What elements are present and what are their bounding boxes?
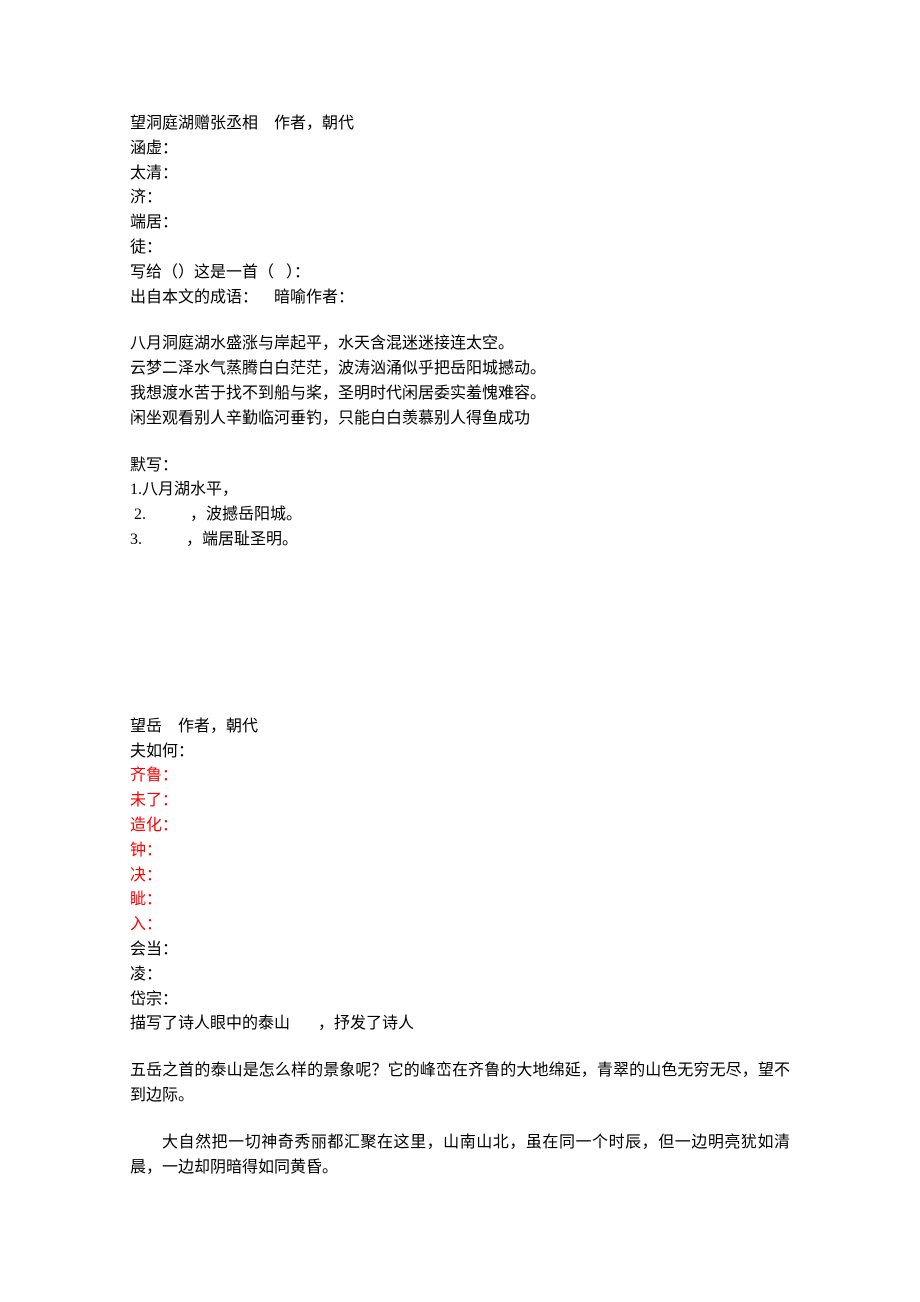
poem1-term: 太清： bbox=[130, 162, 790, 187]
moxie-item: 1.八月湖水平， bbox=[130, 478, 790, 503]
poem1-term: 济： bbox=[130, 186, 790, 211]
poem2-term-red: 入： bbox=[130, 913, 790, 938]
poem1-moxie-block: 默写： 1.八月湖水平， 2. ，波撼岳阳城。 3. ，端居耻圣明。 bbox=[130, 454, 790, 553]
poem2-term: 凌： bbox=[130, 963, 790, 988]
poem1-header-block: 望洞庭湖赠张丞相 作者，朝代 涵虚： 太清： 济： 端居： 徒： 写给（）这是一… bbox=[130, 112, 790, 310]
moxie-item: 3. ，端居耻圣明。 bbox=[130, 528, 790, 553]
poem2-term: 岱宗： bbox=[130, 988, 790, 1013]
poem2-term-red: 齐鲁： bbox=[130, 764, 790, 789]
section-gap bbox=[130, 575, 790, 715]
poem2-term: 夫如何： bbox=[130, 740, 790, 765]
poem1-translation-line: 八月洞庭湖水盛涨与岸起平，水天含混迷迷接连太空。 bbox=[130, 332, 790, 357]
poem1-term: 徒： bbox=[130, 236, 790, 261]
poem2-term-red: 造化： bbox=[130, 814, 790, 839]
poem1-translation-block: 八月洞庭湖水盛涨与岸起平，水天含混迷迷接连太空。 云梦二泽水气蒸腾白白茫茫，波涛… bbox=[130, 332, 790, 431]
poem1-translation-line: 闲坐观看别人辛勤临河垂钓，只能白白羡慕别人得鱼成功 bbox=[130, 407, 790, 432]
poem1-translation-line: 云梦二泽水气蒸腾白白茫茫，波涛汹涌似乎把岳阳城撼动。 bbox=[130, 357, 790, 382]
poem1-term: 涵虚： bbox=[130, 137, 790, 162]
poem1-translation-line: 我想渡水苦于找不到船与桨，圣明时代闲居委实羞愧难容。 bbox=[130, 382, 790, 407]
document-page: 望洞庭湖赠张丞相 作者，朝代 涵虚： 太清： 济： 端居： 徒： 写给（）这是一… bbox=[0, 0, 920, 1302]
poem2-header-block: 望岳 作者，朝代 夫如何： 齐鲁： 未了： 造化： 钟： 决： 眦： 入： 会当… bbox=[130, 715, 790, 1037]
moxie-label: 默写： bbox=[130, 454, 790, 479]
poem1-term: 端居： bbox=[130, 211, 790, 236]
poem1-question: 出自本文的成语： 暗喻作者： bbox=[130, 286, 790, 311]
poem2-term-red: 决： bbox=[130, 864, 790, 889]
poem1-question: 写给（）这是一首（ ）： bbox=[130, 261, 790, 286]
moxie-item: 2. ，波撼岳阳城。 bbox=[130, 503, 790, 528]
poem2-title: 望岳 作者，朝代 bbox=[130, 715, 790, 740]
poem2-term-red: 未了： bbox=[130, 789, 790, 814]
poem2-term: 会当： bbox=[130, 938, 790, 963]
poem2-translation-para1: 五岳之首的泰山是怎么样的景象呢？它的峰峦在齐鲁的大地绵延，青翠的山色无穷无尽，望… bbox=[130, 1059, 790, 1109]
poem2-term-red: 钟： bbox=[130, 839, 790, 864]
poem2-translation-para2: 大自然把一切神奇秀丽都汇聚在这里，山南山北，虽在同一个时辰，但一边明亮犹如清晨，… bbox=[130, 1131, 790, 1181]
poem2-question: 描写了诗人眼中的泰山 ，抒发了诗人 bbox=[130, 1012, 790, 1037]
poem2-term-red: 眦： bbox=[130, 888, 790, 913]
poem1-title: 望洞庭湖赠张丞相 作者，朝代 bbox=[130, 112, 790, 137]
